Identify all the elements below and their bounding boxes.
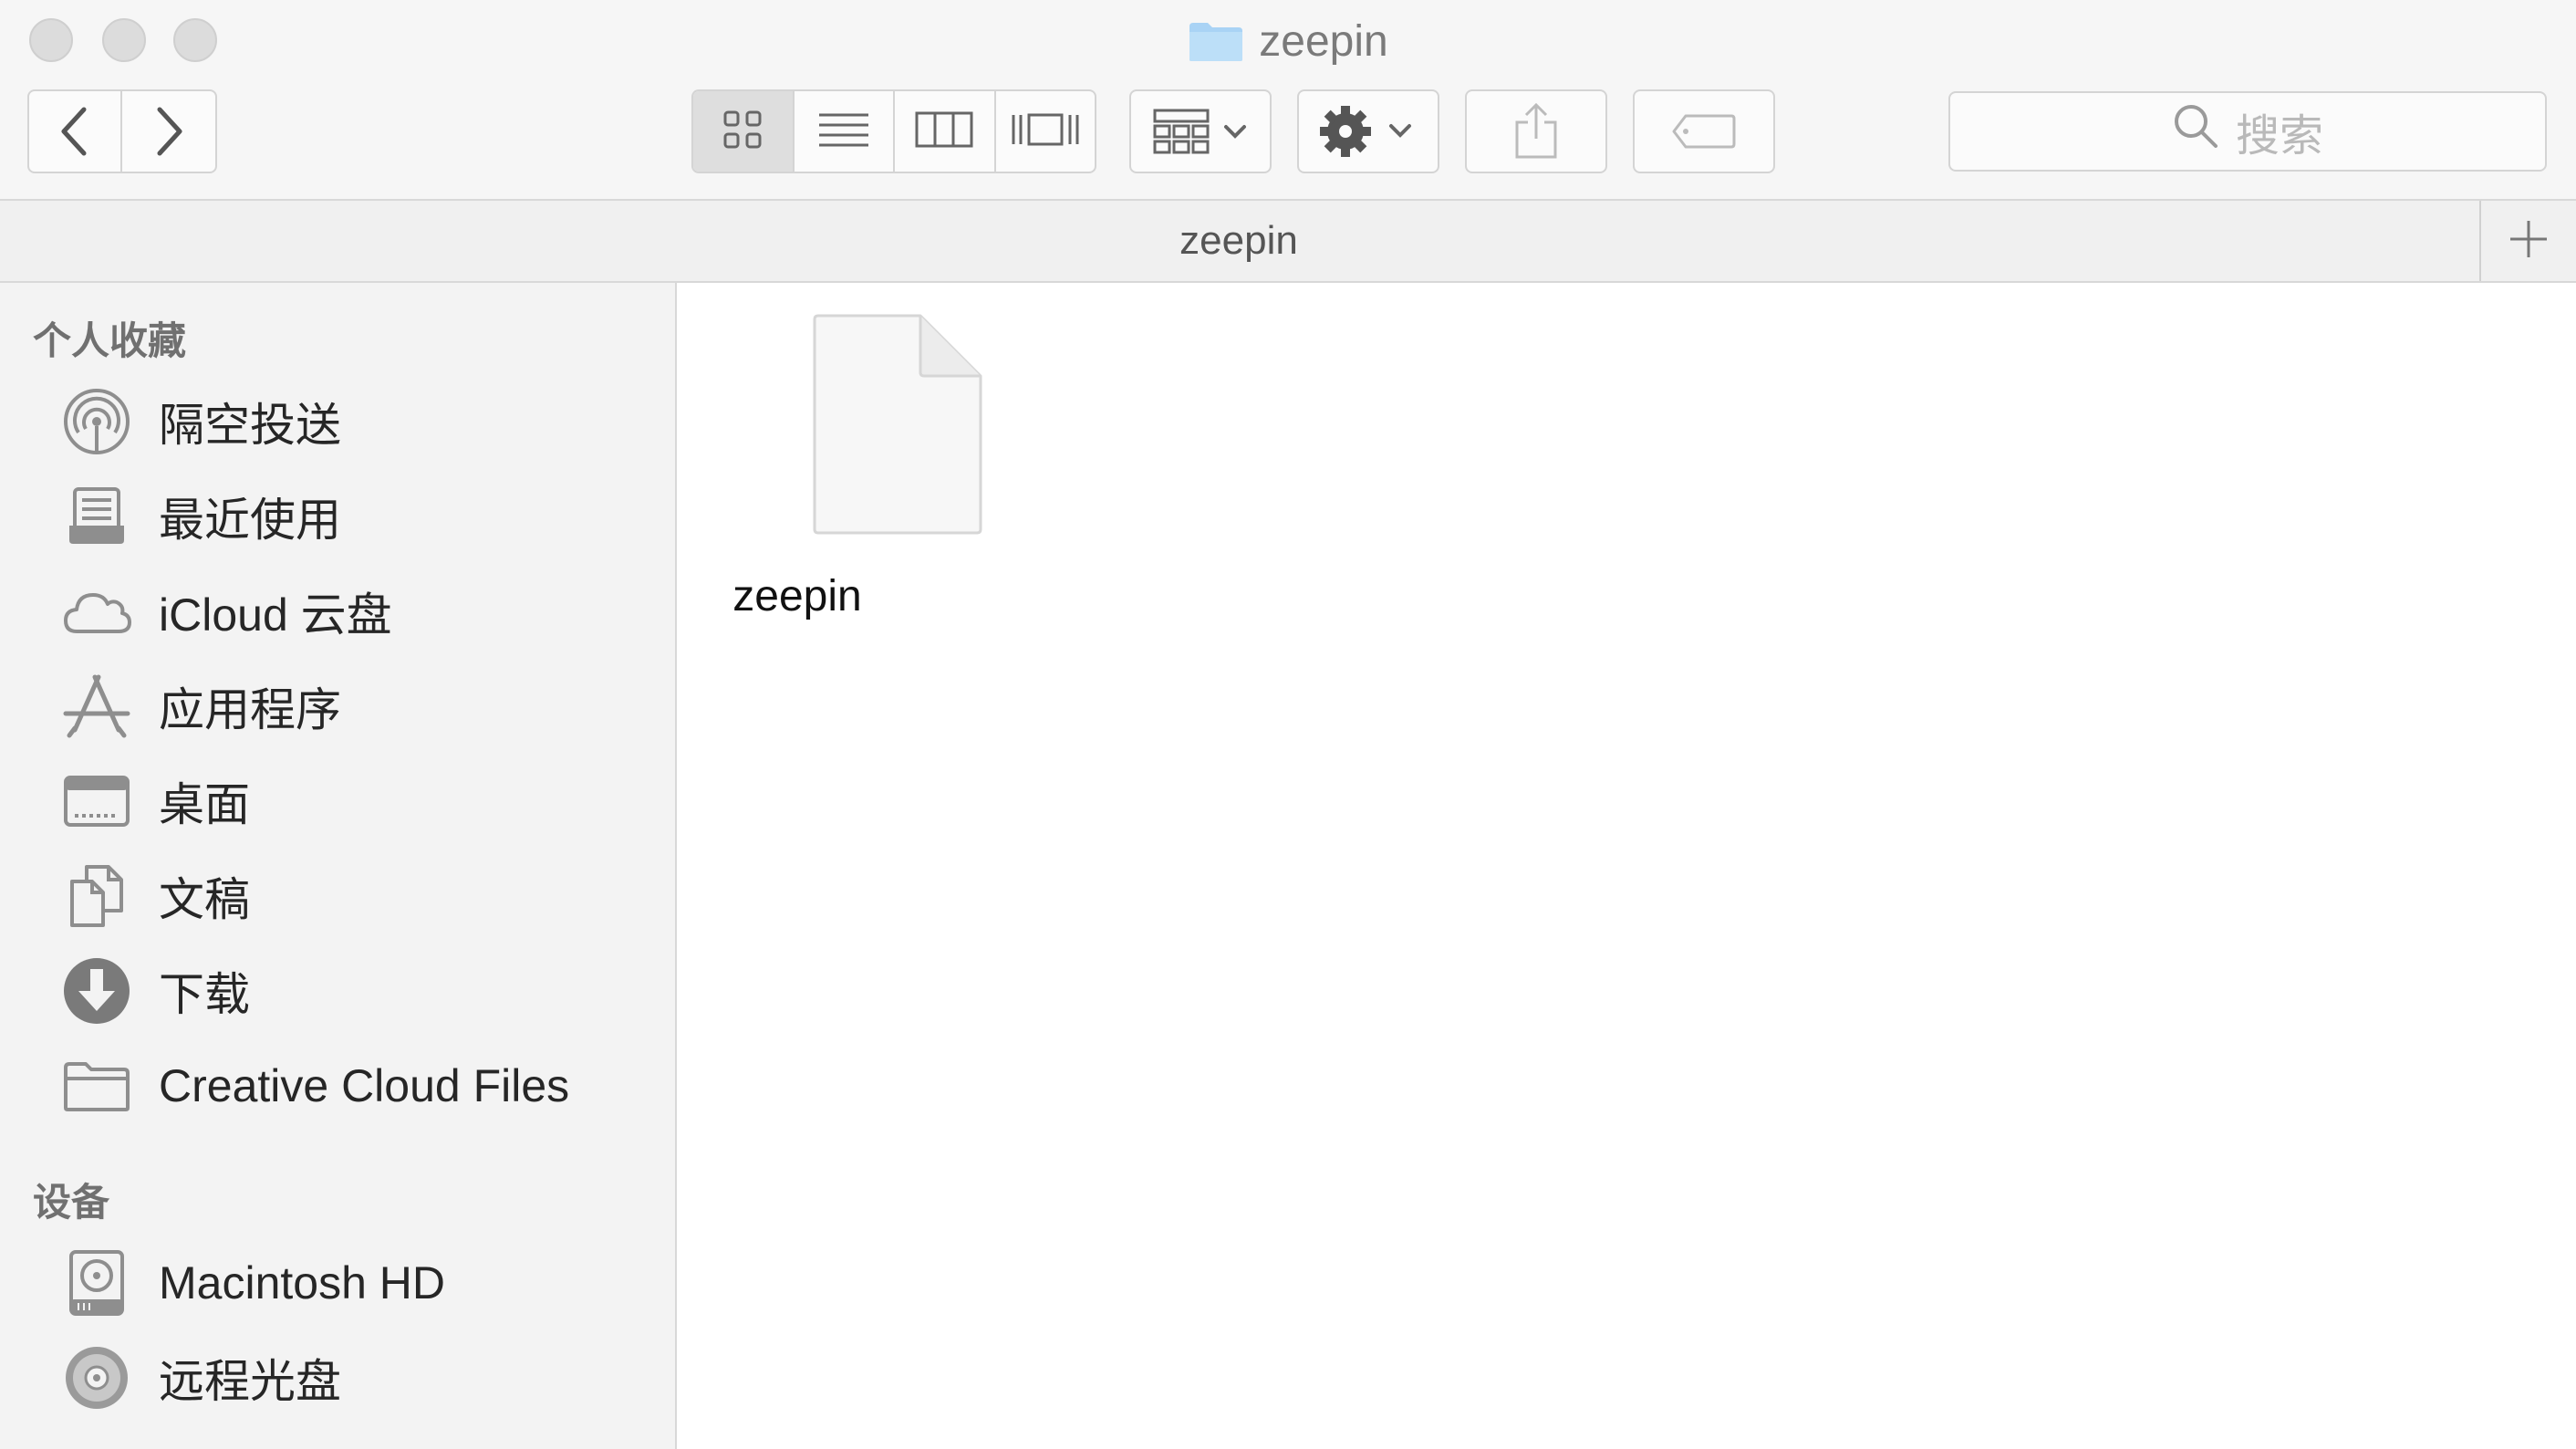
- sidebar-item-icloud[interactable]: iCloud 云盘: [58, 575, 660, 648]
- optical-disc-icon: [58, 1341, 135, 1414]
- sidebar-item-label: 最近使用: [159, 495, 341, 546]
- sidebar-item-documents[interactable]: 文稿: [58, 860, 660, 933]
- window-title-text: zeepin: [1259, 16, 1388, 66]
- devices-heading: 设备: [33, 1181, 110, 1224]
- cover-flow-view-button[interactable]: [996, 91, 1096, 172]
- gear-icon: [1318, 104, 1418, 159]
- arrange-button[interactable]: [1129, 89, 1272, 173]
- sidebar-item-airdrop[interactable]: 隔空投送: [58, 385, 660, 458]
- plus-icon: [2508, 218, 2550, 265]
- sidebar-item-applications[interactable]: 应用程序: [58, 670, 660, 743]
- sidebar-item-label: 远程光盘: [159, 1356, 341, 1407]
- share-icon: [1513, 102, 1559, 161]
- sidebar: 个人收藏 隔空投送 最近使用 iCloud 云盘 应用程序 桌面 文稿 下载 C…: [0, 283, 677, 1449]
- hard-drive-icon: [58, 1246, 135, 1319]
- share-button[interactable]: [1465, 89, 1607, 173]
- sidebar-item-desktop[interactable]: 桌面: [58, 765, 660, 838]
- tags-button[interactable]: [1633, 89, 1775, 173]
- sidebar-item-label: 文稿: [159, 874, 250, 925]
- document-icon: [806, 314, 989, 540]
- columns-icon: [915, 111, 973, 152]
- tag-icon: [1671, 113, 1737, 150]
- downloads-icon: [58, 954, 135, 1027]
- sidebar-item-label: 桌面: [159, 779, 250, 830]
- search-placeholder: 搜索: [2235, 112, 2323, 161]
- sidebar-item-label: Macintosh HD: [159, 1257, 445, 1308]
- sidebar-item-creative-cloud[interactable]: Creative Cloud Files: [58, 1049, 660, 1122]
- icon-view-button[interactable]: [693, 91, 795, 172]
- column-view-button[interactable]: [895, 91, 996, 172]
- chevron-left-icon: [57, 104, 93, 159]
- path-bar: zeepin: [0, 199, 2576, 283]
- file-item[interactable]: [806, 314, 989, 540]
- recents-icon: [58, 480, 135, 553]
- folder-icon: [58, 1049, 135, 1122]
- folder-icon: [1188, 19, 1244, 63]
- cloud-icon: [58, 575, 135, 648]
- sidebar-item-label: 下载: [159, 969, 250, 1020]
- sidebar-item-label: 隔空投送: [159, 400, 341, 451]
- documents-icon: [58, 860, 135, 933]
- sidebar-item-label: Creative Cloud Files: [159, 1060, 570, 1111]
- forward-button[interactable]: [120, 89, 217, 173]
- sidebar-item-remote-disc[interactable]: 远程光盘: [58, 1341, 660, 1414]
- sidebar-item-downloads[interactable]: 下载: [58, 954, 660, 1027]
- file-name-label: zeepin: [732, 572, 862, 620]
- desktop-icon: [58, 765, 135, 838]
- cover-flow-icon: [1011, 111, 1080, 152]
- airdrop-icon: [58, 385, 135, 458]
- sidebar-item-recents[interactable]: 最近使用: [58, 480, 660, 553]
- action-menu-button[interactable]: [1297, 89, 1439, 173]
- arrange-grid-icon: [1153, 109, 1248, 154]
- add-tab-button[interactable]: [2479, 201, 2576, 281]
- sidebar-item-label: 应用程序: [159, 684, 341, 735]
- list-view-button[interactable]: [795, 91, 895, 172]
- sidebar-item-macintosh-hd[interactable]: Macintosh HD: [58, 1246, 660, 1319]
- view-mode-group: [691, 89, 1096, 173]
- path-tab-label[interactable]: zeepin: [0, 201, 2477, 281]
- icon-grid-icon: [722, 109, 763, 154]
- window-title: zeepin: [0, 13, 2576, 69]
- sidebar-item-label: iCloud 云盘: [159, 589, 392, 641]
- search-icon: [2172, 102, 2219, 161]
- list-icon: [817, 111, 870, 152]
- applications-icon: [58, 670, 135, 743]
- back-button[interactable]: [27, 89, 122, 173]
- favorites-heading: 个人收藏: [33, 319, 187, 362]
- file-browser-content: zeepin: [679, 283, 2576, 1449]
- chevron-right-icon: [151, 104, 187, 159]
- search-field[interactable]: 搜索: [1948, 91, 2547, 172]
- toolbar: zeepin 搜索: [0, 0, 2576, 199]
